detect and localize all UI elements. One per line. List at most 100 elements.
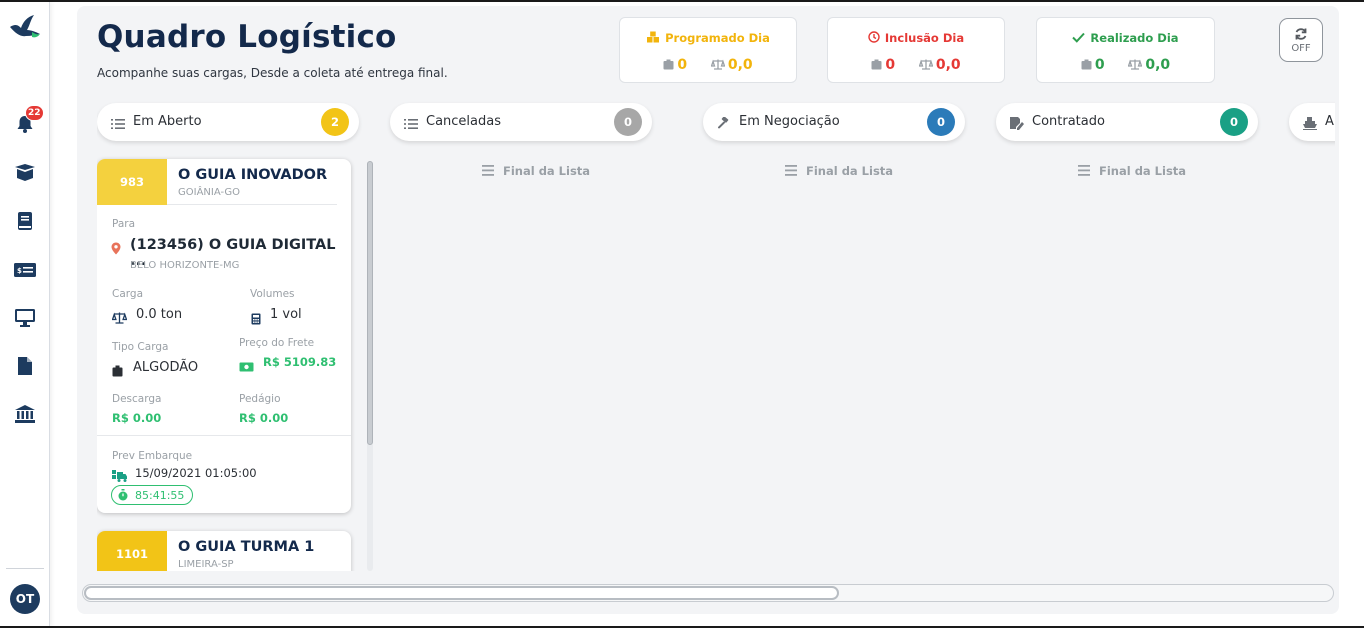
page-subtitle: Acompanhe suas cargas, Desde a coleta at… [97, 66, 448, 80]
kpi-weight: 0,0 [1145, 57, 1171, 73]
list-icon [111, 115, 125, 134]
desktop-icon [15, 309, 35, 327]
kpi-programado-dia[interactable]: Programado Dia 0 0,0 [619, 17, 797, 83]
pedagio-label: Pedágio [239, 393, 281, 405]
descarga-label: Descarga [112, 393, 162, 405]
list-icon [404, 115, 418, 134]
kpi-weight: 0,0 [935, 57, 961, 73]
tipo-carga-label: Tipo Carga [112, 341, 169, 353]
column-label: Canceladas [426, 114, 501, 129]
carga-label: Carga [112, 288, 143, 300]
box-small-icon [871, 58, 882, 74]
sync-icon [1295, 27, 1307, 40]
bars-icon [1078, 165, 1090, 179]
divider [97, 435, 351, 436]
column-label: A [1325, 114, 1334, 129]
shipper-city: LIMEIRA-SP [178, 559, 234, 570]
kpi-label: Realizado Dia [1090, 31, 1179, 45]
sidebar-item-book[interactable] [12, 208, 38, 234]
sidebar-item-documents[interactable] [12, 353, 38, 379]
ship-icon [1303, 115, 1317, 134]
box-icon [112, 362, 123, 381]
sidebar-item-bank[interactable] [12, 401, 38, 427]
user-avatar[interactable]: OT [10, 584, 40, 614]
end-of-list-em-negociacao: Final da Lista [785, 164, 893, 179]
column-count-badge: 0 [1220, 108, 1248, 136]
countdown-timer: 85:41:55 [111, 485, 193, 505]
calculator-icon [251, 310, 261, 329]
preco-frete-value: R$ 5109.83 [263, 355, 337, 369]
bank-icon [15, 405, 35, 423]
sidebar: 22 $ OT [0, 2, 50, 626]
box-small-icon [1081, 58, 1092, 74]
prev-embarque-label: Prev Embarque [112, 450, 193, 462]
volumes-value: 1 vol [270, 307, 302, 322]
logistics-board: Quadro Logístico Acompanhe suas cargas, … [77, 6, 1339, 614]
volumes-label: Volumes [250, 288, 295, 300]
scrollbar-thumb[interactable] [367, 161, 373, 445]
kanban-columns: Em Aberto 2 Canceladas 0 Em Negociação 0… [97, 101, 1335, 571]
page-title: Quadro Logístico [97, 19, 397, 55]
column-header-contratado[interactable]: Contratado 0 [996, 103, 1258, 141]
file-icon [18, 357, 32, 375]
column-header-em-negociacao[interactable]: Em Negociação 0 [703, 103, 965, 141]
preco-frete-label: Preço do Frete [239, 337, 315, 349]
load-card[interactable]: 1101 O GUIA TURMA 1 LIMEIRA-SP [97, 531, 351, 571]
end-of-list-canceladas: Final da Lista [482, 164, 590, 179]
signature-icon [1010, 115, 1024, 134]
scale-icon [111, 309, 128, 328]
shipper-city: GOIÂNIA-GO [178, 187, 241, 198]
divider [167, 204, 337, 205]
check-icon [1072, 32, 1086, 46]
scale-icon [918, 58, 934, 74]
kpi-weight: 0,0 [727, 57, 753, 73]
prev-embarque-value: 15/09/2021 01:05:00 [135, 466, 257, 480]
sidebar-item-cargas[interactable] [12, 159, 38, 185]
scrollbar-thumb[interactable] [84, 586, 839, 600]
column-header-canceladas[interactable]: Canceladas 0 [390, 103, 652, 141]
end-of-list-contratado: Final da Lista [1078, 164, 1186, 179]
kpi-inclusao-dia[interactable]: Inclusão Dia 0 0,0 [827, 17, 1005, 83]
column-header-partial[interactable]: A [1289, 103, 1335, 141]
kpi-count: 0 [885, 57, 896, 73]
kpi-label: Inclusão Dia [884, 31, 965, 45]
to-label: Para [112, 218, 136, 230]
bird-logo-icon[interactable] [8, 12, 42, 46]
load-id-badge: 1101 [97, 531, 167, 571]
bars-icon [482, 165, 494, 179]
board-horizontal-scrollbar[interactable] [82, 584, 1334, 602]
box-open-icon [15, 164, 35, 181]
load-id-badge: 983 [97, 159, 167, 205]
kpi-label: Programado Dia [665, 31, 770, 45]
shipper-name: O GUIA INOVADOR [178, 167, 328, 183]
bars-icon [785, 165, 797, 179]
sidebar-item-finance[interactable]: $ [12, 257, 38, 283]
scale-icon [710, 58, 726, 74]
clock-icon [868, 31, 880, 46]
carga-value: 0.0 ton [136, 307, 183, 322]
column-label: Em Aberto [133, 114, 202, 129]
gavel-icon [717, 115, 731, 134]
window-top-border [0, 0, 1364, 2]
map-marker-icon [111, 240, 121, 259]
kpi-realizado-dia[interactable]: Realizado Dia 0 0,0 [1036, 17, 1215, 83]
notifications-badge: 22 [25, 105, 44, 121]
svg-text:$: $ [17, 267, 22, 275]
scale-icon [1127, 58, 1143, 74]
descarga-value: R$ 0.00 [112, 411, 162, 425]
column-vertical-scrollbar[interactable] [367, 161, 373, 571]
stopwatch-icon [118, 489, 128, 501]
pedagio-value: R$ 0.00 [239, 411, 289, 425]
shipper-name: O GUIA TURMA 1 [178, 539, 315, 555]
load-card[interactable]: 983 O GUIA INOVADOR GOIÂNIA-GO Para (123… [97, 159, 351, 513]
sync-status-label: OFF [1291, 42, 1311, 54]
column-header-em-aberto[interactable]: Em Aberto 2 [97, 103, 359, 141]
column-count-badge: 2 [321, 108, 349, 136]
column-count-badge: 0 [614, 108, 642, 136]
column-label: Em Negociação [739, 114, 840, 129]
boxes-icon [646, 31, 660, 46]
sidebar-item-notifications[interactable]: 22 [12, 105, 44, 137]
book-icon [18, 212, 32, 230]
sidebar-item-monitor[interactable] [12, 305, 38, 331]
sync-toggle-button[interactable]: OFF [1279, 18, 1323, 62]
